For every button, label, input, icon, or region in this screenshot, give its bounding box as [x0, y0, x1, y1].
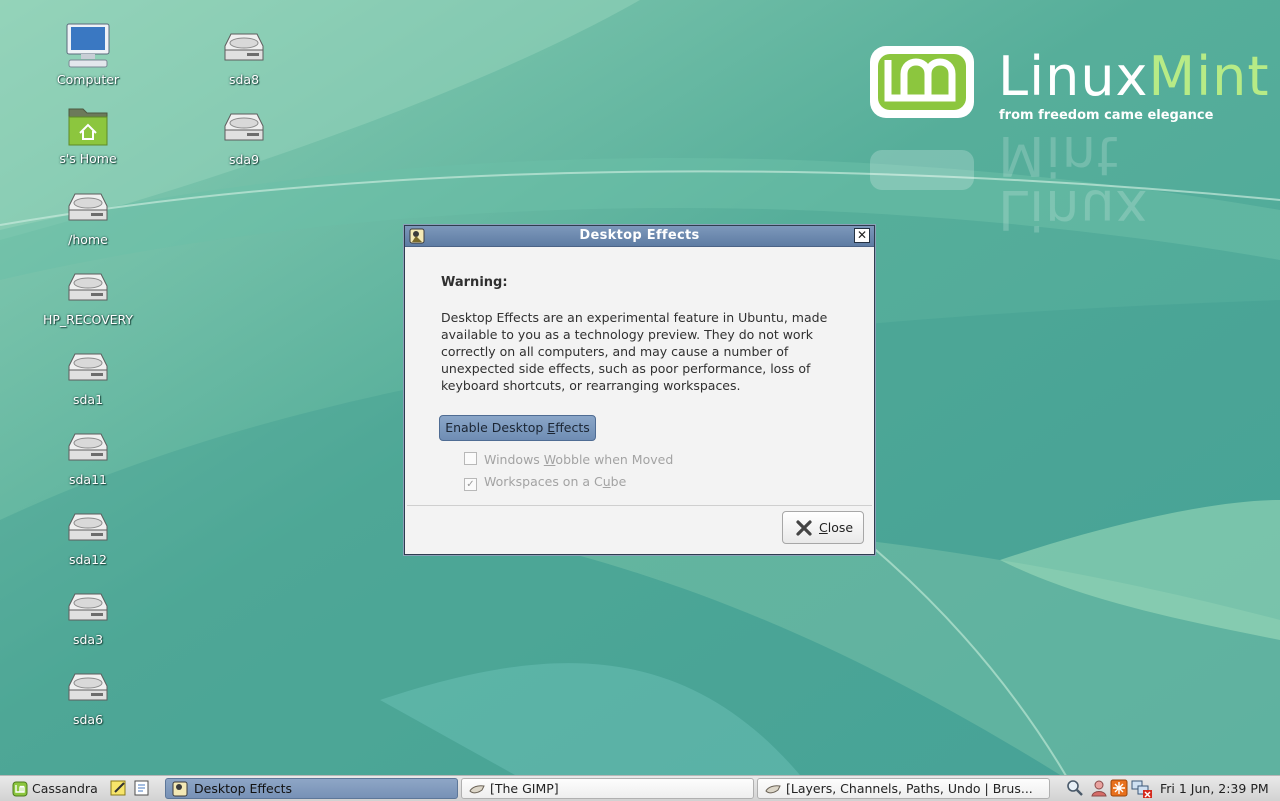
option-label-mnemonic: u [602, 474, 611, 489]
text-editor-icon[interactable] [109, 779, 129, 797]
drive-icon [68, 433, 108, 461]
checkbox-unchecked[interactable] [464, 452, 477, 465]
desktop-icon-sda11[interactable]: sda11 [33, 426, 143, 487]
task-the-gimp[interactable]: [The GIMP] [461, 778, 754, 799]
option-label-mnemonic: W [543, 452, 556, 467]
user-icon[interactable] [1090, 779, 1108, 797]
computer-icon [66, 23, 110, 68]
dialog-separator [407, 505, 872, 506]
dialog-title: Desktop Effects [579, 228, 700, 243]
desktop-effects-icon [172, 781, 188, 797]
linux-mint-logo: LinuxMint from freedom came elegance Lin… [866, 40, 1269, 241]
search-icon[interactable] [1066, 779, 1084, 797]
option-label-a: Workspaces on a C [484, 474, 603, 489]
notes-icon[interactable] [133, 779, 151, 797]
taskbar: Cassandra Desktop Effects [The GIMP] [La… [0, 775, 1280, 801]
icon-label: sda9 [228, 152, 260, 167]
network-disconnected-icon[interactable] [1130, 779, 1154, 799]
desktop-icon-sda8[interactable]: sda8 [189, 26, 299, 87]
brand-mint: Mint [1148, 45, 1270, 108]
task-label: [The GIMP] [490, 781, 559, 796]
icon-label: /home [68, 232, 108, 247]
task-desktop-effects[interactable]: Desktop Effects [165, 778, 458, 799]
warning-heading: Warning: [441, 275, 508, 290]
option-label-a: Windows [484, 452, 544, 467]
home-folder-icon [68, 108, 108, 146]
close-label-mnemonic: C [819, 520, 828, 535]
checkbox-checked[interactable]: ✓ [464, 478, 477, 491]
drive-icon [68, 353, 108, 381]
desktop-effects-dialog: Desktop Effects ✕ Warning: Desktop Effec… [404, 225, 875, 555]
icon-label: s's Home [59, 151, 117, 166]
option-windows-wobble[interactable]: Windows Wobble when Moved [464, 452, 673, 467]
mint-menu-icon [12, 781, 28, 797]
icon-label: sda3 [72, 632, 104, 647]
icon-label: sda11 [68, 472, 107, 487]
main-menu-button[interactable]: Cassandra [4, 778, 104, 799]
brand-reflection: Linux Mint [998, 124, 1149, 241]
enable-label-b: ffects [555, 420, 590, 435]
close-button[interactable]: Close [782, 511, 864, 544]
icon-label: sda6 [72, 712, 104, 727]
icon-label: sda8 [228, 72, 260, 87]
option-workspaces-cube[interactable]: ✓ Workspaces on a Cube [464, 474, 626, 491]
close-label: lose [827, 520, 854, 535]
option-label-b: obble when Moved [555, 452, 674, 467]
icon-label: HP_RECOVERY [42, 312, 134, 327]
desktop-icon-computer[interactable]: Computer [33, 22, 143, 87]
desktop-icon-home-drive[interactable]: /home [33, 186, 143, 247]
task-label: Desktop Effects [194, 781, 293, 796]
option-label-b: be [610, 474, 627, 489]
drive-icon [68, 673, 108, 701]
warning-text: Desktop Effects are an experimental feat… [441, 310, 828, 393]
main-menu-label: Cassandra [32, 781, 98, 796]
desktop-icon-sda6[interactable]: sda6 [33, 666, 143, 727]
clock[interactable]: Fri 1 Jun, 2:39 PM [1160, 778, 1269, 799]
desktop-icon-home[interactable]: s's Home [33, 103, 143, 166]
drive-icon [224, 113, 264, 141]
drive-icon [68, 193, 108, 221]
desktop-icon-sda12[interactable]: sda12 [33, 506, 143, 567]
desktop-icon-sda1[interactable]: sda1 [33, 346, 143, 407]
close-icon: ✕ [856, 228, 868, 242]
desktop-icon-sda3[interactable]: sda3 [33, 586, 143, 647]
dialog-titlebar[interactable]: Desktop Effects ✕ [405, 226, 874, 247]
desktop-icon-hp-recovery[interactable]: HP_RECOVERY [33, 266, 143, 327]
brand-tagline: from freedom came elegance [999, 108, 1214, 123]
brand-linux: Linux [998, 45, 1149, 108]
desktop-icon-sda9[interactable]: sda9 [189, 106, 299, 167]
enable-label-mnemonic: E [547, 420, 556, 435]
drive-icon [68, 513, 108, 541]
drive-icon [68, 273, 108, 301]
close-icon [796, 520, 812, 536]
icon-label: sda1 [72, 392, 104, 407]
drive-icon [224, 33, 264, 61]
gimp-icon [765, 785, 781, 794]
icon-label: Computer [56, 72, 120, 87]
gimp-icon [469, 785, 485, 794]
task-label: [Layers, Channels, Paths, Undo | Brus... [786, 781, 1033, 796]
drive-icon [68, 593, 108, 621]
update-notifier-icon[interactable] [1110, 779, 1128, 797]
titlebar-close-button[interactable]: ✕ [854, 228, 870, 243]
task-gimp-layers[interactable]: [Layers, Channels, Paths, Undo | Brus... [757, 778, 1050, 799]
enable-label-a: Enable Desktop [445, 420, 548, 435]
icon-label: sda12 [68, 552, 107, 567]
enable-desktop-effects-button[interactable]: Enable Desktop Effects [439, 415, 596, 441]
